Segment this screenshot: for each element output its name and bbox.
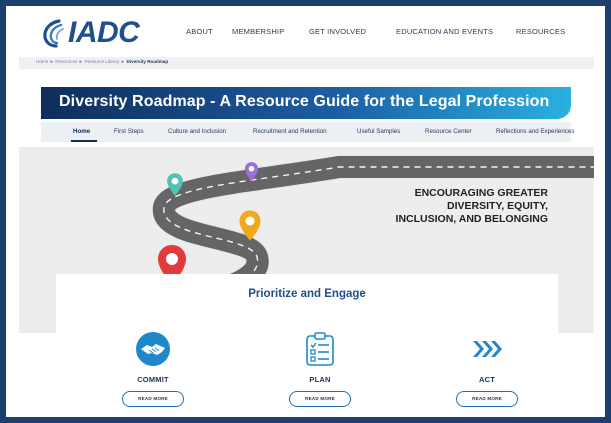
breadcrumb-resources[interactable]: Resources: [55, 59, 77, 64]
plan-read-more-button[interactable]: READ MORE: [289, 391, 351, 407]
tab-useful-samples[interactable]: Useful Samples: [357, 128, 400, 135]
page: IADC ABOUT MEMBERSHIP GET INVOLVED EDUCA…: [19, 9, 594, 414]
breadcrumb-separator: ►: [120, 59, 126, 64]
tab-home[interactable]: Home: [73, 128, 90, 135]
map-pin-icon: [244, 162, 259, 181]
section-title: Prioritize and Engage: [248, 288, 366, 300]
map-pin-icon: [167, 173, 183, 196]
title-banner: Diversity Roadmap - A Resource Guide for…: [41, 87, 571, 119]
breadcrumb-current: Diversity Roadmap: [126, 59, 169, 64]
tab-recruitment-and-retention[interactable]: Recruitment and Retention: [253, 128, 327, 135]
map-pin-icon: [239, 210, 261, 241]
nav-about[interactable]: ABOUT: [186, 27, 213, 36]
act-label: ACT: [478, 375, 495, 384]
breadcrumb-home[interactable]: Home: [36, 59, 48, 64]
act-column: ACT READ MORE: [432, 331, 542, 411]
breadcrumb-separator: ►: [49, 59, 55, 64]
tab-resource-center[interactable]: Resource Center: [425, 128, 472, 135]
nav-get-involved[interactable]: GET INVOLVED: [309, 27, 366, 36]
top-nav: ABOUT MEMBERSHIP GET INVOLVED EDUCATION …: [19, 27, 594, 41]
act-read-more-button[interactable]: READ MORE: [456, 391, 518, 407]
breadcrumb-resource-library[interactable]: Resource Library: [84, 59, 119, 64]
tab-reflections-and-experiences[interactable]: Reflections and Experiences: [496, 128, 574, 135]
commit-read-more-button[interactable]: READ MORE: [122, 391, 184, 407]
commit-label: COMMIT: [137, 375, 169, 384]
nav-membership[interactable]: MEMBERSHIP: [232, 27, 284, 36]
handshake-icon: [136, 332, 170, 366]
hero-tagline: ENCOURAGING GREATER DIVERSITY, EQUITY, I…: [395, 187, 548, 225]
tab-culture-and-inclusion[interactable]: Culture and Inclusion: [168, 128, 226, 135]
nav-education-and-events[interactable]: EDUCATION AND EVENTS: [396, 27, 493, 36]
breadcrumb-separator: ►: [78, 59, 84, 64]
site-header: IADC ABOUT MEMBERSHIP GET INVOLVED EDUCA…: [19, 9, 594, 57]
chevrons-right-icon: [473, 341, 502, 357]
checklist-icon: [306, 332, 334, 366]
plan-label: PLAN: [309, 375, 331, 384]
active-tab-underline: [71, 140, 97, 142]
nav-resources[interactable]: RESOURCES: [516, 27, 565, 36]
plan-column: PLAN READ MORE: [265, 331, 375, 411]
commit-column: COMMIT READ MORE: [98, 331, 208, 411]
breadcrumb: Home ► Resources ► Resource Library ► Di…: [19, 57, 594, 69]
section-nav: Home First Steps Culture and Inclusion R…: [41, 122, 574, 142]
page-title: Diversity Roadmap - A Resource Guide for…: [59, 93, 550, 110]
tab-first-steps[interactable]: First Steps: [114, 128, 144, 135]
